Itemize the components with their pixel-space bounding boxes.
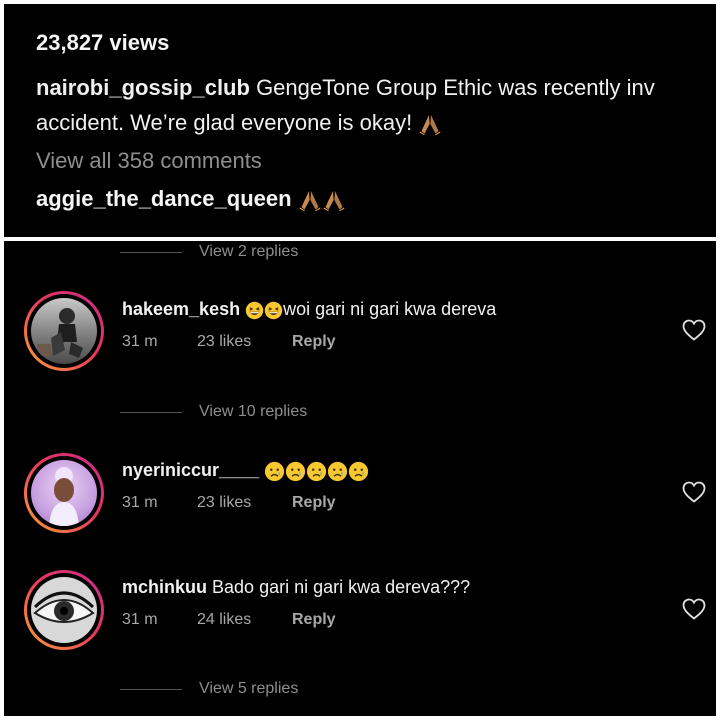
grinning-squinting-face-icon: [245, 301, 264, 320]
comment-body: woi gari ni gari kwa dereva: [283, 299, 497, 319]
view-replies-link[interactable]: View 2 replies: [199, 243, 298, 261]
top-comment: aggie_the_dance_queen: [36, 186, 346, 212]
avatar[interactable]: [24, 570, 104, 650]
replies-divider: [120, 688, 182, 690]
folded-hands-icon: [418, 112, 442, 136]
heart-outline-icon[interactable]: [682, 481, 706, 503]
heart-outline-icon[interactable]: [682, 598, 706, 620]
heart-outline-icon[interactable]: [682, 319, 706, 341]
caption-text-line2: accident. We’re glad everyone is okay!: [36, 110, 413, 135]
top-comment-username[interactable]: aggie_the_dance_queen: [36, 186, 292, 211]
comment-time: 31 m: [122, 611, 158, 628]
comment-text: nyeriniccur____: [122, 460, 369, 482]
eye-photo-icon: [33, 591, 95, 623]
comment-time: 31 m: [122, 494, 158, 511]
comment-likes[interactable]: 24 likes: [197, 611, 292, 629]
view-all-comments-link[interactable]: View all 358 comments: [36, 148, 262, 174]
view-replies-link[interactable]: View 10 replies: [199, 403, 307, 421]
folded-hands-icon: [322, 188, 346, 212]
comment-body: Bado gari ni gari kwa dereva???: [212, 577, 471, 597]
comment-username[interactable]: nyeriniccur____: [122, 460, 259, 480]
comment-text: hakeem_kesh woi gari ni gari kwa dereva: [122, 299, 496, 320]
avatar[interactable]: [24, 291, 104, 371]
post-caption-panel: 23,827 views nairobi_gossip_club GengeTo…: [4, 4, 716, 237]
comment-username[interactable]: hakeem_kesh: [122, 299, 240, 319]
view-replies-row[interactable]: View 10 replies: [120, 400, 307, 424]
folded-hands-icon: [298, 188, 322, 212]
comment-likes[interactable]: 23 likes: [197, 333, 292, 351]
caption-username[interactable]: nairobi_gossip_club: [36, 75, 250, 100]
comment-item: nyeriniccur____ 31 m 23 likes Reply: [4, 449, 716, 539]
replies-divider: [120, 251, 182, 253]
comment-username[interactable]: mchinkuu: [122, 577, 207, 597]
caption: nairobi_gossip_club GengeTone Group Ethi…: [36, 70, 716, 140]
comment-time: 31 m: [122, 333, 158, 350]
views-count: 23,827 views: [36, 30, 170, 55]
comment-meta: 31 m 23 likes Reply: [122, 333, 336, 351]
caption-text-line1: GengeTone Group Ethic was recently inv: [256, 75, 655, 100]
grinning-squinting-face-icon: [264, 301, 283, 320]
reply-button[interactable]: Reply: [292, 494, 336, 512]
view-replies-row[interactable]: View 5 replies: [120, 677, 298, 701]
comment-likes[interactable]: 23 likes: [197, 494, 292, 512]
comments-panel: View 2 replies hakeem_kesh woi gari ni g…: [4, 241, 716, 716]
crying-face-icon: [348, 461, 369, 482]
avatar[interactable]: [24, 453, 104, 533]
crying-face-icon: [264, 461, 285, 482]
comment-item: mchinkuu Bado gari ni gari kwa dereva???…: [4, 566, 716, 656]
reply-button[interactable]: Reply: [292, 611, 336, 629]
view-replies-row[interactable]: View 2 replies: [120, 241, 298, 264]
comment-text: mchinkuu Bado gari ni gari kwa dereva???: [122, 577, 470, 598]
comment-meta: 31 m 24 likes Reply: [122, 611, 336, 629]
crying-face-icon: [327, 461, 348, 482]
person-photo-icon: [37, 308, 83, 358]
person-photo-icon: [49, 467, 79, 526]
comment-item: hakeem_kesh woi gari ni gari kwa dereva …: [4, 287, 716, 377]
comment-meta: 31 m 23 likes Reply: [122, 494, 336, 512]
crying-face-icon: [306, 461, 327, 482]
reply-button[interactable]: Reply: [292, 333, 336, 351]
replies-divider: [120, 411, 182, 413]
view-replies-link[interactable]: View 5 replies: [199, 680, 298, 698]
crying-face-icon: [285, 461, 306, 482]
